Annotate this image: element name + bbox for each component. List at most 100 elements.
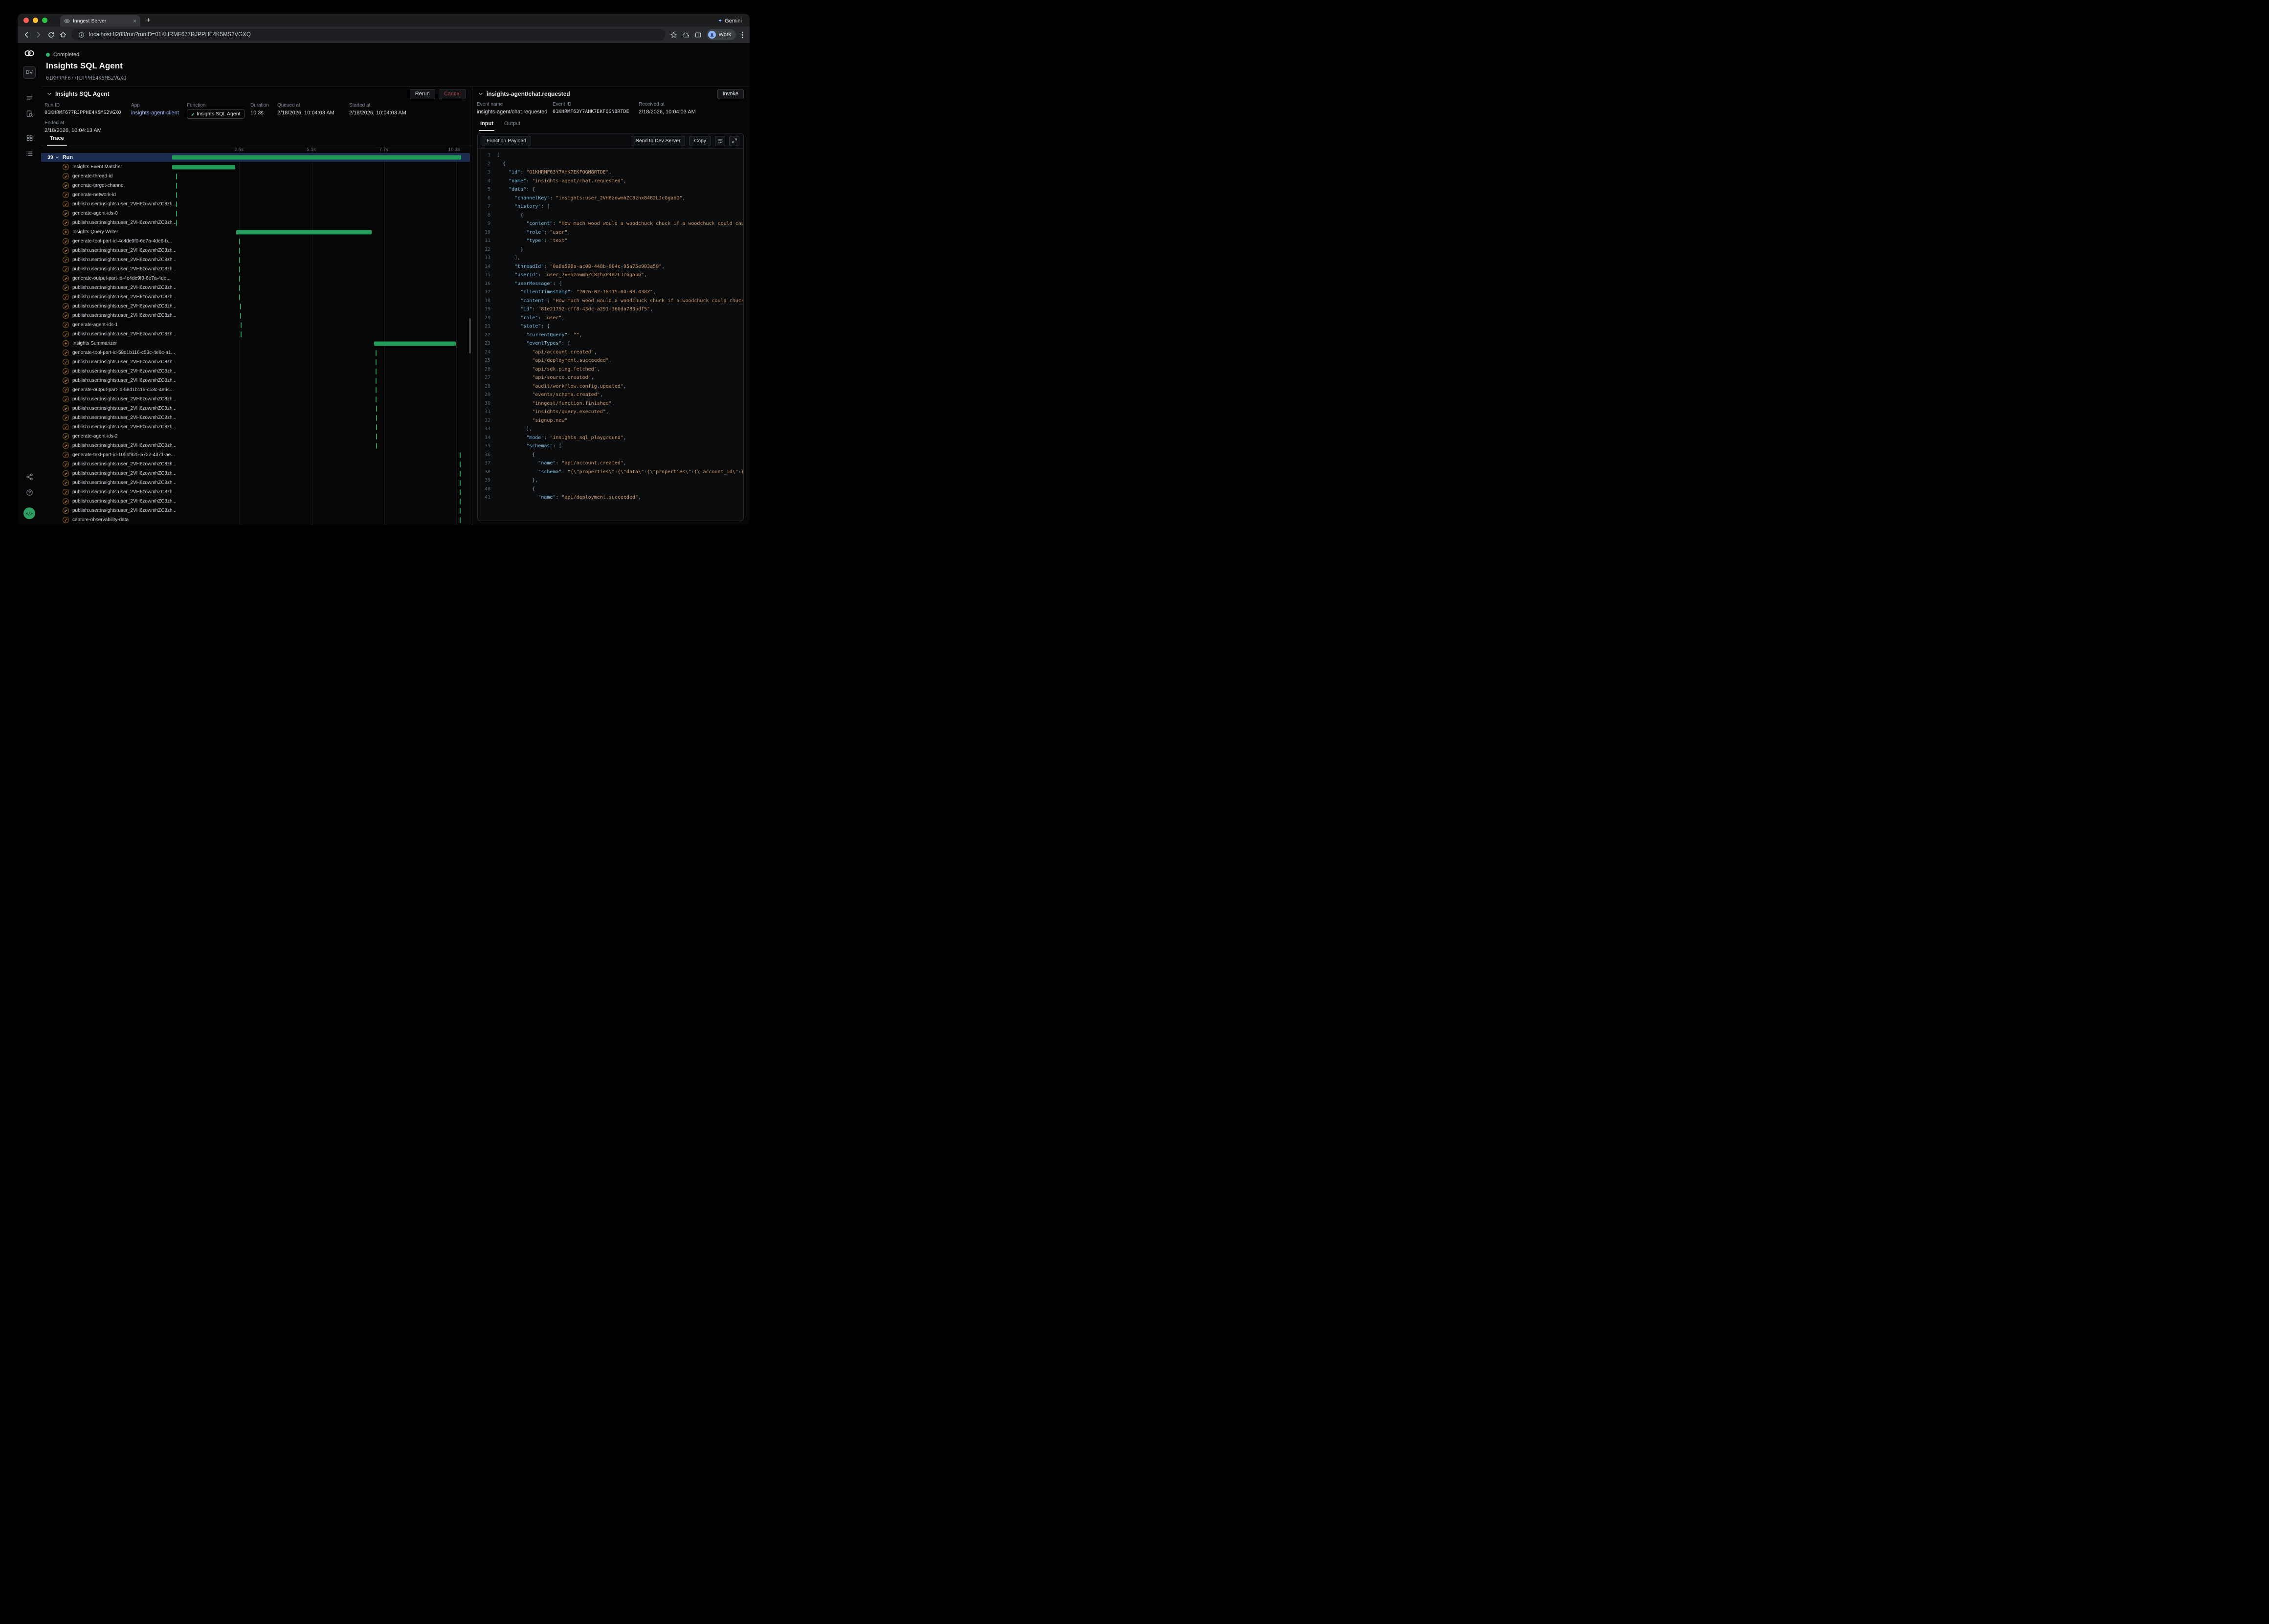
address-bar[interactable]: localhost:8288/run?runID=01KHRMF677RJPPH…: [71, 29, 666, 41]
trace-row[interactable]: generate-agent-ids-2: [41, 432, 472, 441]
trace-row[interactable]: publish:user:insights:user_2VH6zowmhZC8z…: [41, 311, 472, 320]
trace-row[interactable]: publish:user:insights:user_2VH6zowmhZC8z…: [41, 329, 472, 339]
trace-row[interactable]: publish:user:insights:user_2VH6zowmhZC8z…: [41, 506, 472, 515]
wrap-lines-button[interactable]: [715, 136, 725, 146]
step-icon: [63, 219, 69, 226]
trace-row[interactable]: generate-network-id: [41, 190, 472, 199]
inngest-logo[interactable]: [23, 49, 35, 60]
run-section-header: Insights SQL Agent Rerun Cancel: [41, 87, 472, 101]
step-icon: [63, 442, 69, 449]
send-to-dev-server-button[interactable]: Send to Dev Server: [631, 136, 686, 146]
line-content: "insights/query.executed",: [497, 408, 609, 417]
forward-icon[interactable]: [35, 31, 43, 39]
chevron-down-icon[interactable]: [47, 91, 52, 96]
browser-tab[interactable]: Inngest Server ×: [60, 15, 140, 26]
trace-root-row[interactable]: 39 Run: [41, 153, 470, 162]
profile-chip[interactable]: Work: [707, 29, 736, 40]
new-tab-button[interactable]: +: [146, 16, 151, 24]
trace-tick: [239, 248, 240, 254]
trace-row[interactable]: publish:user:insights:user_2VH6zowmhZC8z…: [41, 357, 472, 367]
zoom-window-button[interactable]: [42, 18, 47, 23]
trace-row[interactable]: publish:user:insights:user_2VH6zowmhZC8z…: [41, 255, 472, 264]
trace-row[interactable]: publish:user:insights:user_2VH6zowmhZC8z…: [41, 478, 472, 487]
trace-row[interactable]: generate-text-part-id-105bf925-5722-4371…: [41, 450, 472, 460]
expand-button[interactable]: [729, 136, 739, 146]
trace-row[interactable]: generate-tool-part-id-4c4de9f0-6e7a-4de6…: [41, 237, 472, 246]
close-window-button[interactable]: [23, 18, 29, 23]
trace-row[interactable]: publish:user:insights:user_2VH6zowmhZC8z…: [41, 413, 472, 422]
trace-row[interactable]: generate-output-part-id-58d1b116-c53c-4e…: [41, 385, 472, 395]
trace-row[interactable]: publish:user:insights:user_2VH6zowmhZC8z…: [41, 376, 472, 385]
tab-close-icon[interactable]: ×: [133, 18, 136, 24]
trace-row[interactable]: publish:user:insights:user_2VH6zowmhZC8z…: [41, 264, 472, 274]
trace-row[interactable]: publish:user:insights:user_2VH6zowmhZC8z…: [41, 404, 472, 413]
line-content: }: [497, 245, 523, 254]
dev-tools-button[interactable]: </>: [23, 507, 35, 519]
invoke-button[interactable]: Invoke: [717, 89, 744, 99]
trace-row[interactable]: generate-agent-ids-1: [41, 320, 472, 329]
trace-row[interactable]: capture-observability-data: [41, 515, 472, 525]
chevron-down-icon[interactable]: [478, 91, 483, 96]
trace-row[interactable]: publish:user:insights:user_2VH6zowmhZC8z…: [41, 469, 472, 478]
tab-output[interactable]: Output: [503, 119, 521, 131]
trace-row[interactable]: Insights Query Writer: [41, 227, 472, 237]
trace-row[interactable]: publish:user:insights:user_2VH6zowmhZC8z…: [41, 395, 472, 404]
trace-row[interactable]: generate-tool-part-id-58d1b116-c53c-4e6c…: [41, 348, 472, 357]
bookmark-star-icon[interactable]: [670, 31, 678, 39]
event-search-icon[interactable]: [23, 107, 36, 120]
code-line: 30 "inngest/function.finished",: [478, 399, 743, 408]
trace-row[interactable]: Insights Event Matcher: [41, 162, 472, 172]
trace-row[interactable]: publish:user:insights:user_2VH6zowmhZC8z…: [41, 367, 472, 376]
trace-row[interactable]: publish:user:insights:user_2VH6zowmhZC8z…: [41, 460, 472, 469]
tab-trace[interactable]: Trace: [47, 134, 67, 146]
site-info-icon[interactable]: [77, 31, 85, 39]
code-editor[interactable]: 1[2 {3 "id": "01KHRMF63Y7AHK7EKFQGN8RTDE…: [478, 149, 743, 521]
trace-row[interactable]: Insights Summarizer: [41, 339, 472, 348]
trace-row[interactable]: generate-output-part-id-4c4de9f0-6e7a-4d…: [41, 274, 472, 283]
trace-row[interactable]: publish:user:insights:user_2VH6zowmhZC8z…: [41, 497, 472, 506]
function-payload-button[interactable]: Function Payload: [482, 136, 531, 146]
trace-tick: [460, 452, 461, 458]
trace-row[interactable]: publish:user:insights:user_2VH6zowmhZC8z…: [41, 441, 472, 450]
trace-row[interactable]: publish:user:insights:user_2VH6zowmhZC8z…: [41, 199, 472, 209]
trace-row[interactable]: publish:user:insights:user_2VH6zowmhZC8z…: [41, 487, 472, 497]
step-icon: [63, 489, 69, 495]
side-panel-icon[interactable]: [694, 31, 702, 39]
copy-button[interactable]: Copy: [689, 136, 711, 146]
trace-row[interactable]: generate-thread-id: [41, 172, 472, 181]
reload-icon[interactable]: [47, 31, 55, 39]
line-number: 17: [478, 288, 490, 297]
extensions-icon[interactable]: [682, 31, 690, 39]
apps-icon[interactable]: [23, 132, 36, 144]
cancel-button[interactable]: Cancel: [439, 89, 466, 99]
trace-row[interactable]: publish:user:insights:user_2VH6zowmhZC8z…: [41, 302, 472, 311]
trace-row[interactable]: publish:user:insights:user_2VH6zowmhZC8z…: [41, 292, 472, 302]
back-icon[interactable]: [22, 31, 30, 39]
line-number: 10: [478, 228, 490, 237]
share-icon[interactable]: [23, 470, 36, 483]
agent-icon: [63, 229, 69, 235]
home-icon[interactable]: [59, 31, 67, 39]
rerun-button[interactable]: Rerun: [410, 89, 435, 99]
scrollbar-thumb[interactable]: [469, 318, 471, 353]
runs-icon[interactable]: [23, 91, 36, 104]
minimize-window-button[interactable]: [33, 18, 38, 23]
trace-row[interactable]: publish:user:insights:user_2VH6zowmhZC8z…: [41, 422, 472, 432]
gemini-badge[interactable]: ✦ Gemini: [718, 18, 742, 24]
functions-icon[interactable]: [23, 147, 36, 160]
workspace-badge[interactable]: DV: [23, 66, 36, 79]
trace-row[interactable]: publish:user:insights:user_2VH6zowmhZC8z…: [41, 218, 472, 227]
chevron-down-icon[interactable]: [55, 155, 59, 159]
code-line: 39 },: [478, 476, 743, 485]
trace-row[interactable]: publish:user:insights:user_2VH6zowmhZC8z…: [41, 283, 472, 292]
function-badge[interactable]: Insights SQL Agent: [187, 109, 245, 119]
tab-input[interactable]: Input: [479, 119, 494, 131]
trace-row[interactable]: publish:user:insights:user_2VH6zowmhZC8z…: [41, 246, 472, 255]
help-icon[interactable]: [23, 486, 36, 499]
line-number: 38: [478, 468, 490, 477]
trace-row[interactable]: generate-target-channel: [41, 181, 472, 190]
step-icon: [63, 396, 69, 402]
browser-menu-icon[interactable]: [740, 32, 745, 38]
trace-row[interactable]: generate-agent-ids-0: [41, 209, 472, 218]
meta-value[interactable]: insights-agent-client: [131, 110, 179, 116]
